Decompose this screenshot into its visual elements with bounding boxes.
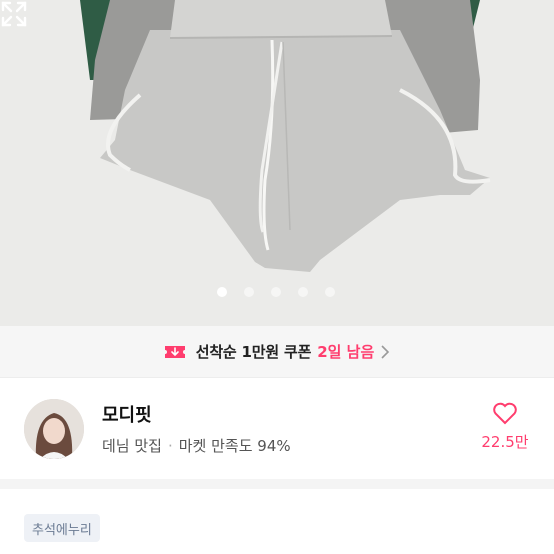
pagination-dot[interactable] — [325, 287, 335, 297]
coupon-banner[interactable]: 선착순 1만원 쿠폰 2일 남음 — [0, 326, 554, 378]
pagination-dot[interactable] — [298, 287, 308, 297]
pagination-dot[interactable] — [244, 287, 254, 297]
chevron-right-icon — [381, 344, 390, 359]
expand-icon[interactable] — [0, 0, 28, 28]
like-count: 22.5만 — [481, 433, 529, 451]
coupon-title: 선착순 1만원 쿠폰 — [195, 343, 312, 361]
shop-avatar[interactable] — [24, 399, 84, 459]
coupon-remaining: 2일 남음 — [317, 343, 375, 361]
shop-meta: 데님 맛집 · 마켓 만족도 94% — [102, 435, 291, 456]
section-divider — [0, 479, 554, 489]
heart-icon — [493, 402, 517, 425]
shop-info[interactable]: 모디핏 데님 맛집 · 마켓 만족도 94% 22.5만 — [0, 379, 554, 479]
shop-category: 데님 맛집 — [102, 437, 162, 455]
avatar-image — [24, 399, 84, 459]
shop-satisfaction: 마켓 만족도 94% — [178, 437, 291, 455]
pagination-dot[interactable] — [271, 287, 281, 297]
pagination-dot[interactable] — [217, 287, 227, 297]
like-button[interactable]: 22.5만 — [470, 401, 540, 452]
product-photo — [0, 0, 554, 326]
meta-separator: · — [167, 436, 173, 455]
product-image[interactable] — [0, 0, 554, 326]
shop-name[interactable]: 모디핏 — [102, 401, 152, 427]
image-pagination — [217, 287, 352, 297]
promo-tag: 추석에누리 — [24, 514, 100, 542]
coupon-download-icon — [164, 345, 185, 358]
